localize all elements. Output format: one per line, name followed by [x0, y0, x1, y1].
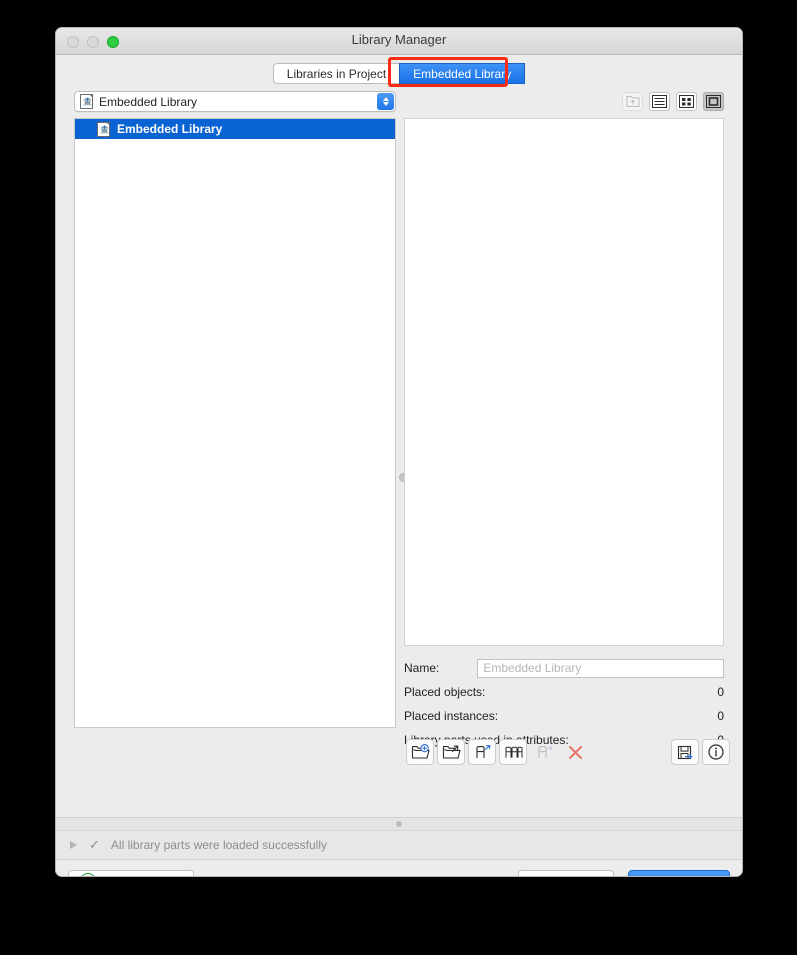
main-content: 🏦 Embedded Library 🏦 Embedded Library Na…	[56, 91, 742, 817]
add-multiple-parts-button[interactable]	[499, 739, 527, 765]
status-message: All library parts were loaded successful…	[110, 838, 327, 852]
add-library-button[interactable]	[406, 739, 434, 765]
library-select-combobox[interactable]: 🏦 Embedded Library	[74, 91, 396, 112]
info-circle-icon	[708, 744, 724, 760]
library-preview-area[interactable]	[404, 118, 724, 646]
status-bar[interactable]: ✓ All library parts were loaded successf…	[56, 831, 742, 860]
ok-button[interactable]: OK	[628, 870, 730, 876]
library-document-icon: 🏦	[80, 94, 93, 109]
large-icon-view-icon	[706, 95, 721, 108]
folder-plus-icon	[411, 743, 430, 759]
action-group-right	[671, 739, 730, 765]
library-tree[interactable]: 🏦 Embedded Library	[74, 118, 396, 728]
placed-objects-row: Placed objects: 0	[404, 680, 724, 704]
name-row: Name: Embedded Library	[404, 656, 724, 680]
move-part-button[interactable]	[530, 739, 558, 765]
dialog-footer: Reload & Apply Cancel OK	[56, 860, 742, 876]
chevron-up-icon	[382, 97, 389, 101]
chairs-icon	[505, 746, 522, 758]
chair-move-icon	[537, 745, 553, 758]
library-select-value: Embedded Library	[99, 94, 198, 109]
placed-instances-label: Placed instances:	[404, 709, 499, 723]
tab-embedded-library[interactable]: Embedded Library	[399, 62, 526, 84]
library-info-button[interactable]	[702, 739, 730, 765]
library-detail-panel: Name: Embedded Library Placed objects: 0…	[404, 91, 724, 752]
chair-arrow-icon	[475, 744, 490, 758]
go-up-folder-button[interactable]	[622, 92, 643, 111]
cancel-button[interactable]: Cancel	[518, 870, 614, 876]
library-action-toolbar	[56, 739, 742, 773]
folder-arrow-icon	[442, 744, 461, 759]
delete-part-button[interactable]	[561, 739, 589, 765]
placed-instances-value: 0	[717, 709, 724, 723]
grid-view-icon	[679, 95, 694, 108]
tree-item-embedded-library[interactable]: 🏦 Embedded Library	[75, 119, 395, 139]
refresh-circle-icon	[80, 873, 97, 876]
placed-objects-label: Placed objects:	[404, 685, 486, 699]
list-view-button[interactable]	[649, 92, 670, 111]
tab-libraries-in-project[interactable]: Libraries in Project	[272, 62, 400, 84]
save-library-button[interactable]	[671, 739, 699, 765]
large-icon-view-button[interactable]	[703, 92, 724, 111]
disclosure-triangle-icon[interactable]	[70, 841, 77, 849]
checkmark-icon: ✓	[89, 837, 100, 852]
grip-handle-dot[interactable]	[396, 821, 402, 827]
floppy-save-icon	[677, 745, 693, 759]
library-document-icon: 🏦	[97, 121, 110, 137]
red-x-icon	[568, 745, 582, 759]
library-list-panel: 🏦 Embedded Library 🏦 Embedded Library	[74, 91, 396, 728]
library-info-block: Name: Embedded Library Placed objects: 0…	[404, 656, 724, 752]
placed-objects-value: 0	[717, 685, 724, 699]
name-label: Name:	[404, 661, 440, 675]
window-title: Library Manager	[351, 32, 447, 47]
window-titlebar: Library Manager	[56, 28, 742, 55]
combobox-stepper-icon[interactable]	[377, 93, 394, 110]
library-manager-window: Library Manager Libraries in Project Emb…	[56, 28, 742, 876]
placed-instances-row: Placed instances: 0	[404, 704, 724, 728]
list-view-icon	[652, 95, 667, 108]
status-resize-grip[interactable]	[56, 817, 742, 831]
folder-up-icon	[626, 96, 639, 107]
name-input[interactable]: Embedded Library	[477, 658, 724, 678]
view-mode-toolbar	[404, 91, 724, 112]
reload-and-apply-label: Reload & Apply	[99, 874, 181, 876]
grid-view-button[interactable]	[676, 92, 697, 111]
tree-item-label: Embedded Library	[117, 122, 223, 136]
action-group-left	[406, 739, 589, 765]
add-part-button[interactable]	[468, 739, 496, 765]
export-library-button[interactable]	[437, 739, 465, 765]
reload-and-apply-button[interactable]: Reload & Apply	[68, 870, 194, 876]
tab-bar: Libraries in Project Embedded Library	[56, 55, 742, 91]
chevron-down-icon	[382, 102, 389, 106]
